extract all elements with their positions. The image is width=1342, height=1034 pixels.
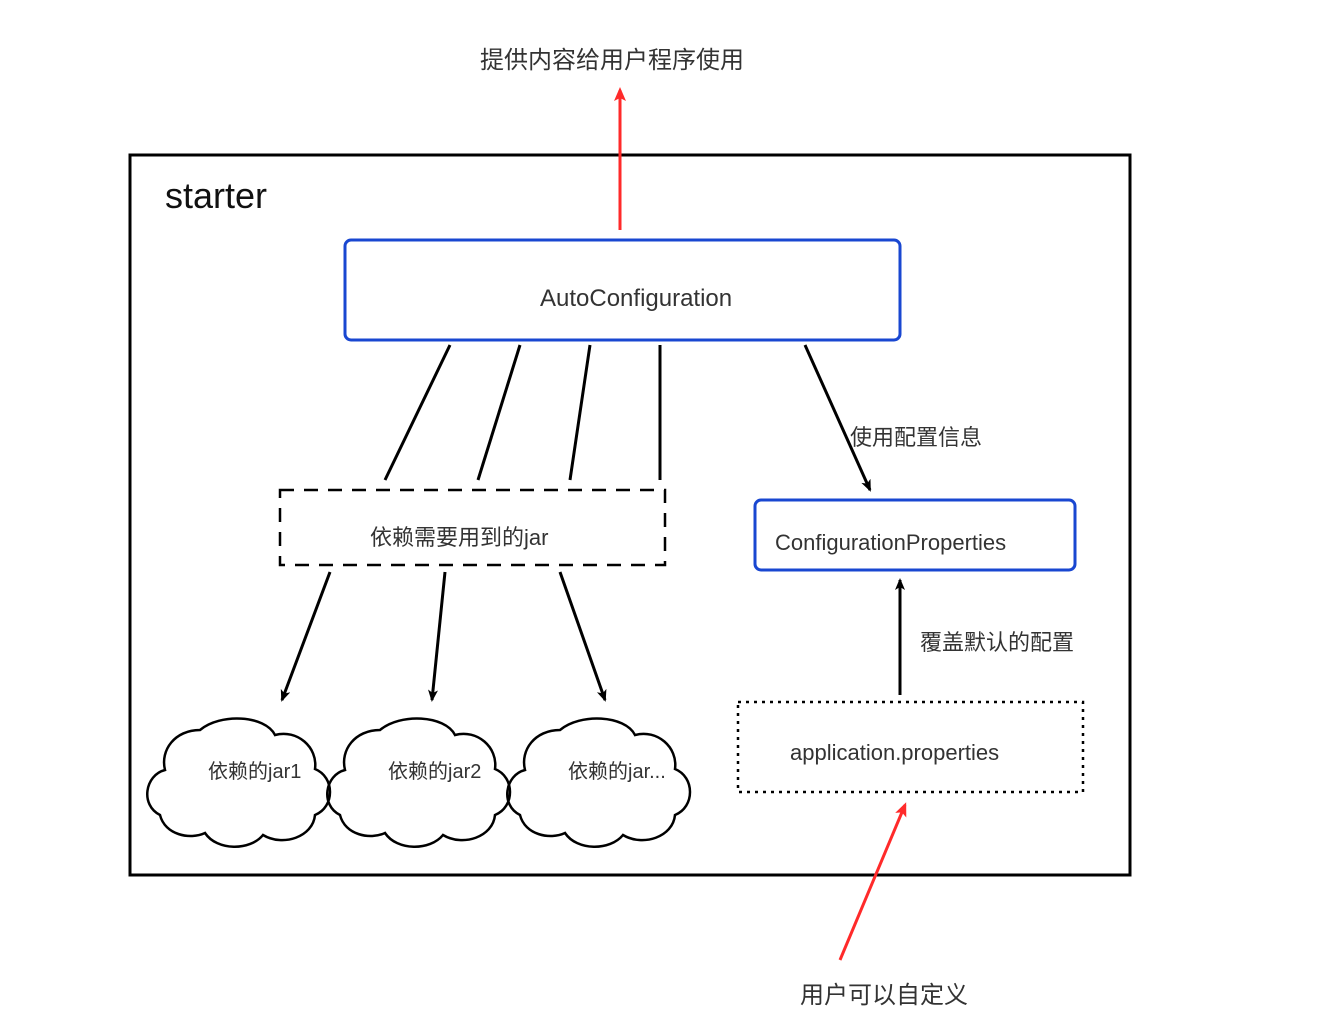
configuration-properties-label: ConfigurationProperties — [775, 530, 1006, 556]
jar-dependencies-label: 依赖需要用到的jar — [370, 520, 548, 552]
line-autoconfig-jarbox-2 — [478, 345, 520, 480]
application-properties-label: application.properties — [790, 740, 999, 766]
arrow-jarbox-jar2 — [432, 572, 445, 700]
use-config-info-label: 使用配置信息 — [850, 420, 982, 452]
arrow-use-config-info — [805, 345, 870, 490]
line-autoconfig-jarbox-3 — [570, 345, 590, 480]
diagram-canvas — [0, 0, 1342, 1034]
jar3-label: 依赖的jar... — [568, 755, 666, 784]
user-custom-label: 用户可以自定义 — [800, 975, 968, 1010]
arrow-jarbox-jar1 — [282, 572, 330, 700]
jar1-label: 依赖的jar1 — [208, 755, 301, 784]
jar2-label: 依赖的jar2 — [388, 755, 481, 784]
autoconfiguration-label: AutoConfiguration — [540, 285, 732, 313]
arrow-jarbox-jar3 — [560, 572, 605, 700]
line-autoconfig-jarbox-1 — [385, 345, 450, 480]
override-default-label: 覆盖默认的配置 — [920, 625, 1074, 657]
starter-title-label: starter — [165, 175, 267, 217]
arrow-user-custom — [840, 805, 905, 960]
top-annotation-label: 提供内容给用户程序使用 — [480, 40, 744, 75]
